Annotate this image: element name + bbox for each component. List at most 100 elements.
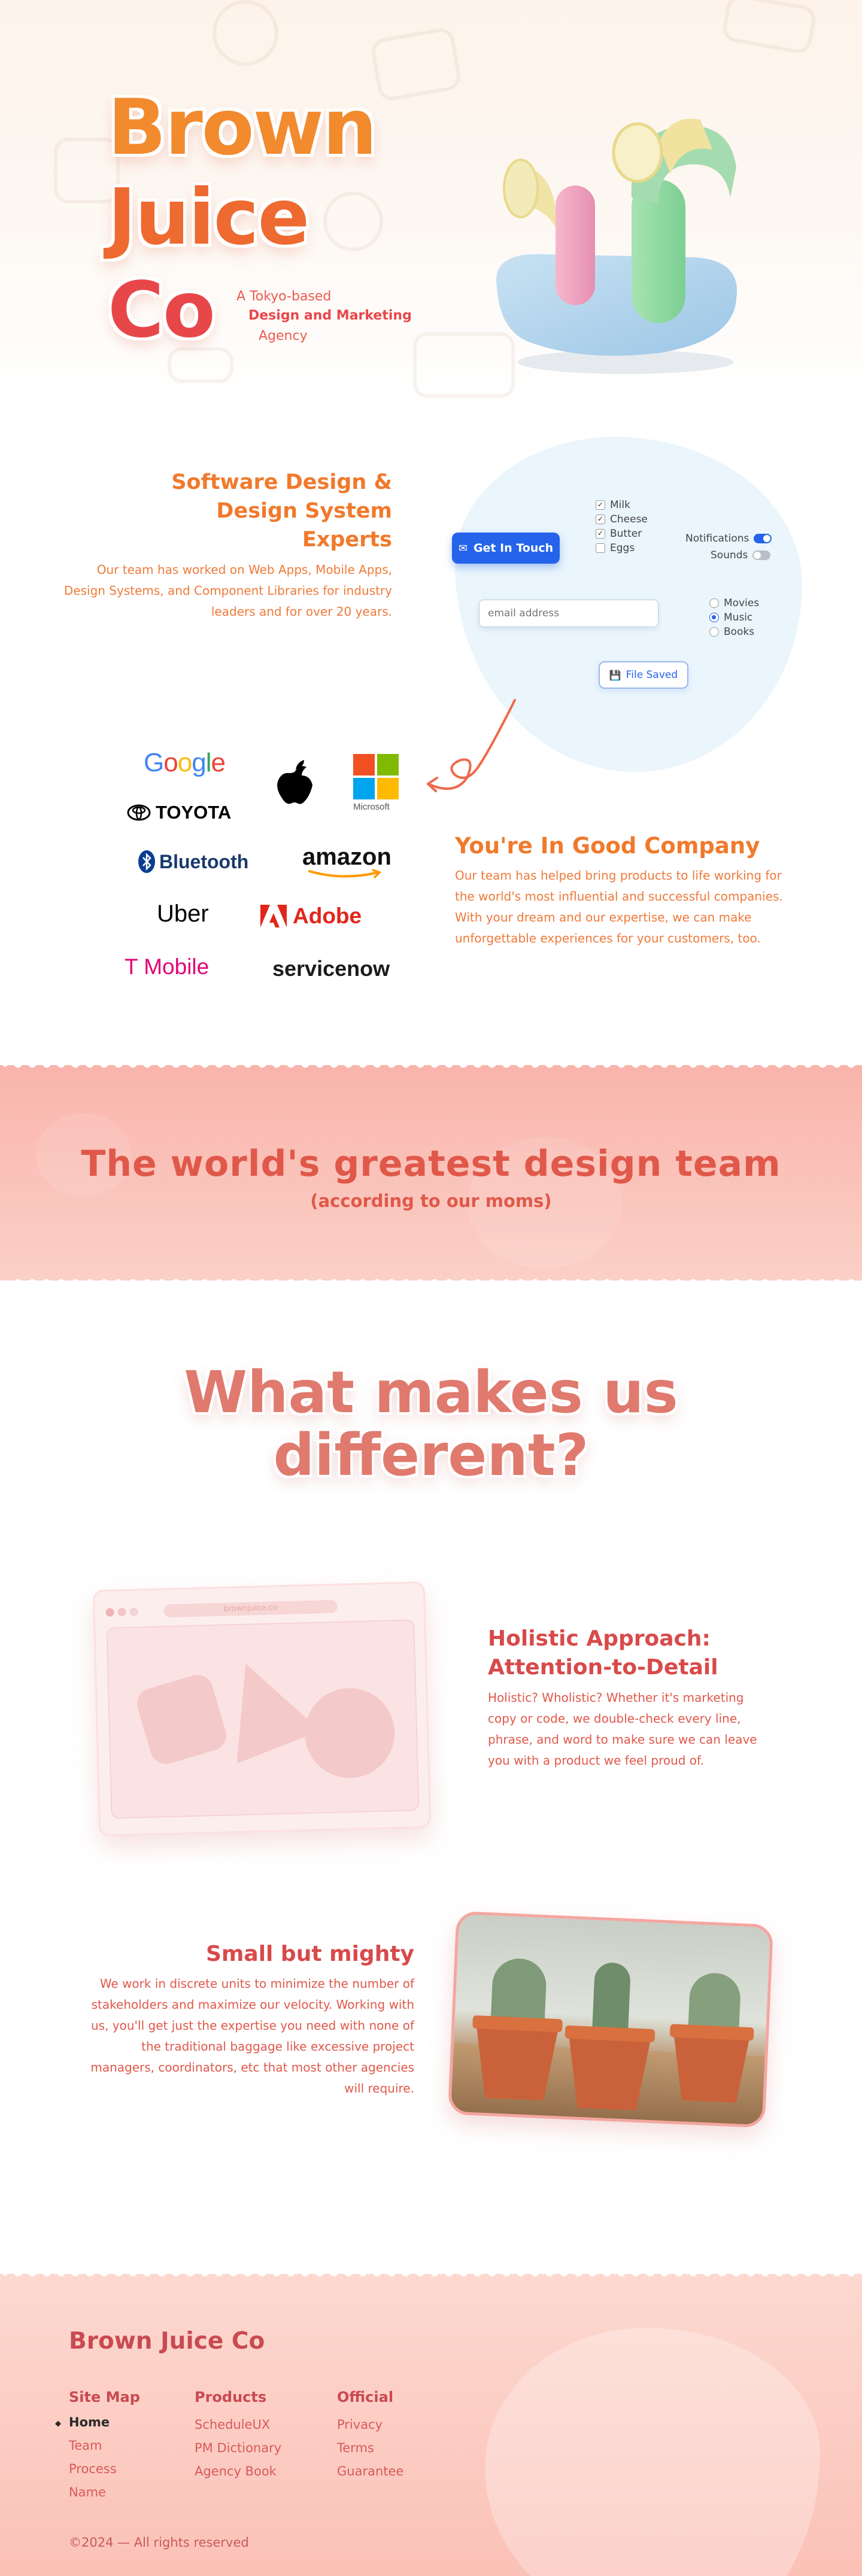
software-heading-line: Experts: [302, 528, 392, 552]
brand-title-juice: Juice: [108, 173, 309, 262]
checklist-item[interactable]: ✓ Butter: [596, 528, 642, 540]
uber-logo: Uber: [157, 901, 209, 927]
small-mighty-heading: Small but mighty: [205, 1942, 414, 1966]
toyota-logo: TOYOTA: [127, 802, 231, 823]
footer-link-pm-dictionary[interactable]: PM Dictionary: [195, 2441, 281, 2455]
browser-url: brownjuice.co: [223, 1603, 278, 1614]
amazon-label: amazon: [302, 844, 391, 870]
holistic-heading-line: Attention-to-Detail: [488, 1655, 718, 1680]
radio-icon: [709, 627, 719, 637]
holistic-heading: Holistic Approach: Attention-to-Detail: [488, 1625, 787, 1682]
footer-products-title: Products: [195, 2389, 267, 2405]
footer: [0, 2274, 862, 2576]
servicenow-logo: servicenow: [272, 956, 390, 981]
file-saved-button[interactable]: 💾 File Saved: [599, 661, 688, 689]
checkbox-empty-icon: [596, 543, 605, 553]
checklist-item[interactable]: Eggs: [596, 542, 635, 554]
good-company-heading: You're In Good Company: [455, 833, 760, 859]
google-letter: o: [177, 748, 193, 777]
checkbox-checked-icon: ✓: [596, 500, 605, 510]
hero-section: Brown Juice Co A Tokyo-based Design and …: [0, 0, 862, 407]
video-icon: [721, 0, 818, 56]
radio-option[interactable]: Movies: [709, 597, 759, 609]
clock-icon: [323, 191, 383, 251]
get-in-touch-button[interactable]: ✉ Get In Touch: [452, 533, 560, 564]
good-company-paragraph: With your dream and our expertise, we ca…: [455, 910, 761, 945]
software-body: Our team has worked on Web Apps, Mobile …: [63, 562, 392, 619]
get-in-touch-label: Get In Touch: [473, 542, 554, 555]
checkbox-checked-icon: ✓: [596, 515, 605, 524]
microsoft-logo: Microsoft: [353, 754, 399, 812]
checkbox-checked-icon: ✓: [596, 529, 605, 539]
hero-tagline-strong: Design and Marketing: [248, 308, 412, 323]
ad-icon: [369, 26, 463, 103]
browser-illustration: brownjuice.co: [92, 1581, 432, 1837]
software-heading-line: Software Design &: [171, 470, 392, 494]
toggle-notifications[interactable]: Notifications: [685, 533, 772, 545]
radio-label: Movies: [724, 597, 760, 609]
footer-link-terms[interactable]: Terms: [337, 2441, 374, 2455]
different-title-line: different?: [273, 1422, 589, 1489]
amazon-logo: amazon: [302, 844, 391, 878]
wavy-edge-bottom: [0, 1279, 862, 1288]
toggle-off-icon: [752, 551, 771, 560]
toyota-label: TOYOTA: [156, 802, 232, 823]
checklist-label: Butter: [610, 528, 642, 540]
curly-arrow-icon: [427, 699, 516, 792]
footer-official-title: Official: [337, 2389, 394, 2405]
different-title-line: What makes us: [184, 1359, 678, 1426]
toggle-label: Sounds: [711, 549, 748, 561]
footer-brand: Brown Juice Co: [69, 2328, 265, 2355]
google-letter: g: [192, 748, 207, 777]
footer-link-agency-book[interactable]: Agency Book: [195, 2464, 277, 2478]
google-letter: e: [211, 748, 226, 777]
adobe-label: Adobe: [293, 904, 362, 928]
email-field[interactable]: [479, 600, 658, 627]
checklist-item[interactable]: ✓ Milk: [596, 499, 630, 511]
adobe-icon: [260, 905, 287, 927]
holistic-body: Holistic? Wholistic? Whether it's market…: [488, 1690, 757, 1768]
checklist-label: Milk: [610, 499, 630, 511]
footer-link-process[interactable]: Process: [69, 2462, 117, 2476]
current-page-icon: ◆: [55, 2419, 61, 2428]
mail-icon: ✉: [458, 542, 468, 555]
footer-link-guarantee[interactable]: Guarantee: [337, 2464, 403, 2478]
google-letter: G: [144, 748, 164, 777]
cactus-photo: [447, 1911, 774, 2128]
circle-shape: [303, 1687, 396, 1780]
bluetooth-icon: [138, 850, 155, 873]
footer-link-scheduleux[interactable]: ScheduleUX: [195, 2417, 270, 2432]
adobe-logo: Adobe: [260, 904, 362, 929]
footer-link-home[interactable]: Home: [69, 2415, 110, 2429]
bluetooth-label: Bluetooth: [159, 850, 249, 872]
file-saved-label: File Saved: [626, 669, 678, 681]
google-logo: Google: [144, 748, 226, 778]
small-mighty-body: We work in discrete units to minimize th…: [90, 1976, 414, 2096]
podcast-icon: [213, 0, 278, 66]
checklist-label: Eggs: [610, 542, 635, 554]
tmobile-logo: T Mobile: [125, 954, 210, 979]
toggle-sounds[interactable]: Sounds: [711, 549, 771, 561]
good-company-body: Our team has helped bring products to li…: [455, 865, 790, 949]
good-company-paragraph: Our team has helped bring products to li…: [455, 868, 783, 904]
software-heading-line: Design System: [216, 499, 392, 523]
checklist-item[interactable]: ✓ Cheese: [596, 513, 648, 525]
browser-content: [106, 1619, 420, 1819]
footer-link-privacy[interactable]: Privacy: [337, 2417, 383, 2432]
radio-option[interactable]: Books: [709, 626, 754, 638]
hero-tagline-end: Agency: [259, 329, 308, 343]
radio-selected-icon: [709, 613, 719, 622]
radio-option[interactable]: Music: [709, 612, 752, 624]
band-title: The world's greatest design team: [81, 1143, 781, 1185]
radio-icon: [709, 598, 719, 608]
footer-link-name[interactable]: Name: [69, 2485, 106, 2499]
amazon-smile-icon: [308, 869, 382, 878]
servicenow-label: servicenow: [272, 956, 390, 981]
browser-url-bar: brownjuice.co: [163, 1599, 338, 1618]
hero-tagline: A Tokyo-based: [236, 289, 332, 304]
toggle-on-icon: [754, 534, 772, 543]
footer-link-team[interactable]: Team: [69, 2438, 102, 2453]
window-controls: [105, 1607, 138, 1617]
software-heading: Software Design & Design System Experts: [117, 468, 392, 554]
holistic-heading-line: Holistic Approach:: [488, 1626, 711, 1651]
